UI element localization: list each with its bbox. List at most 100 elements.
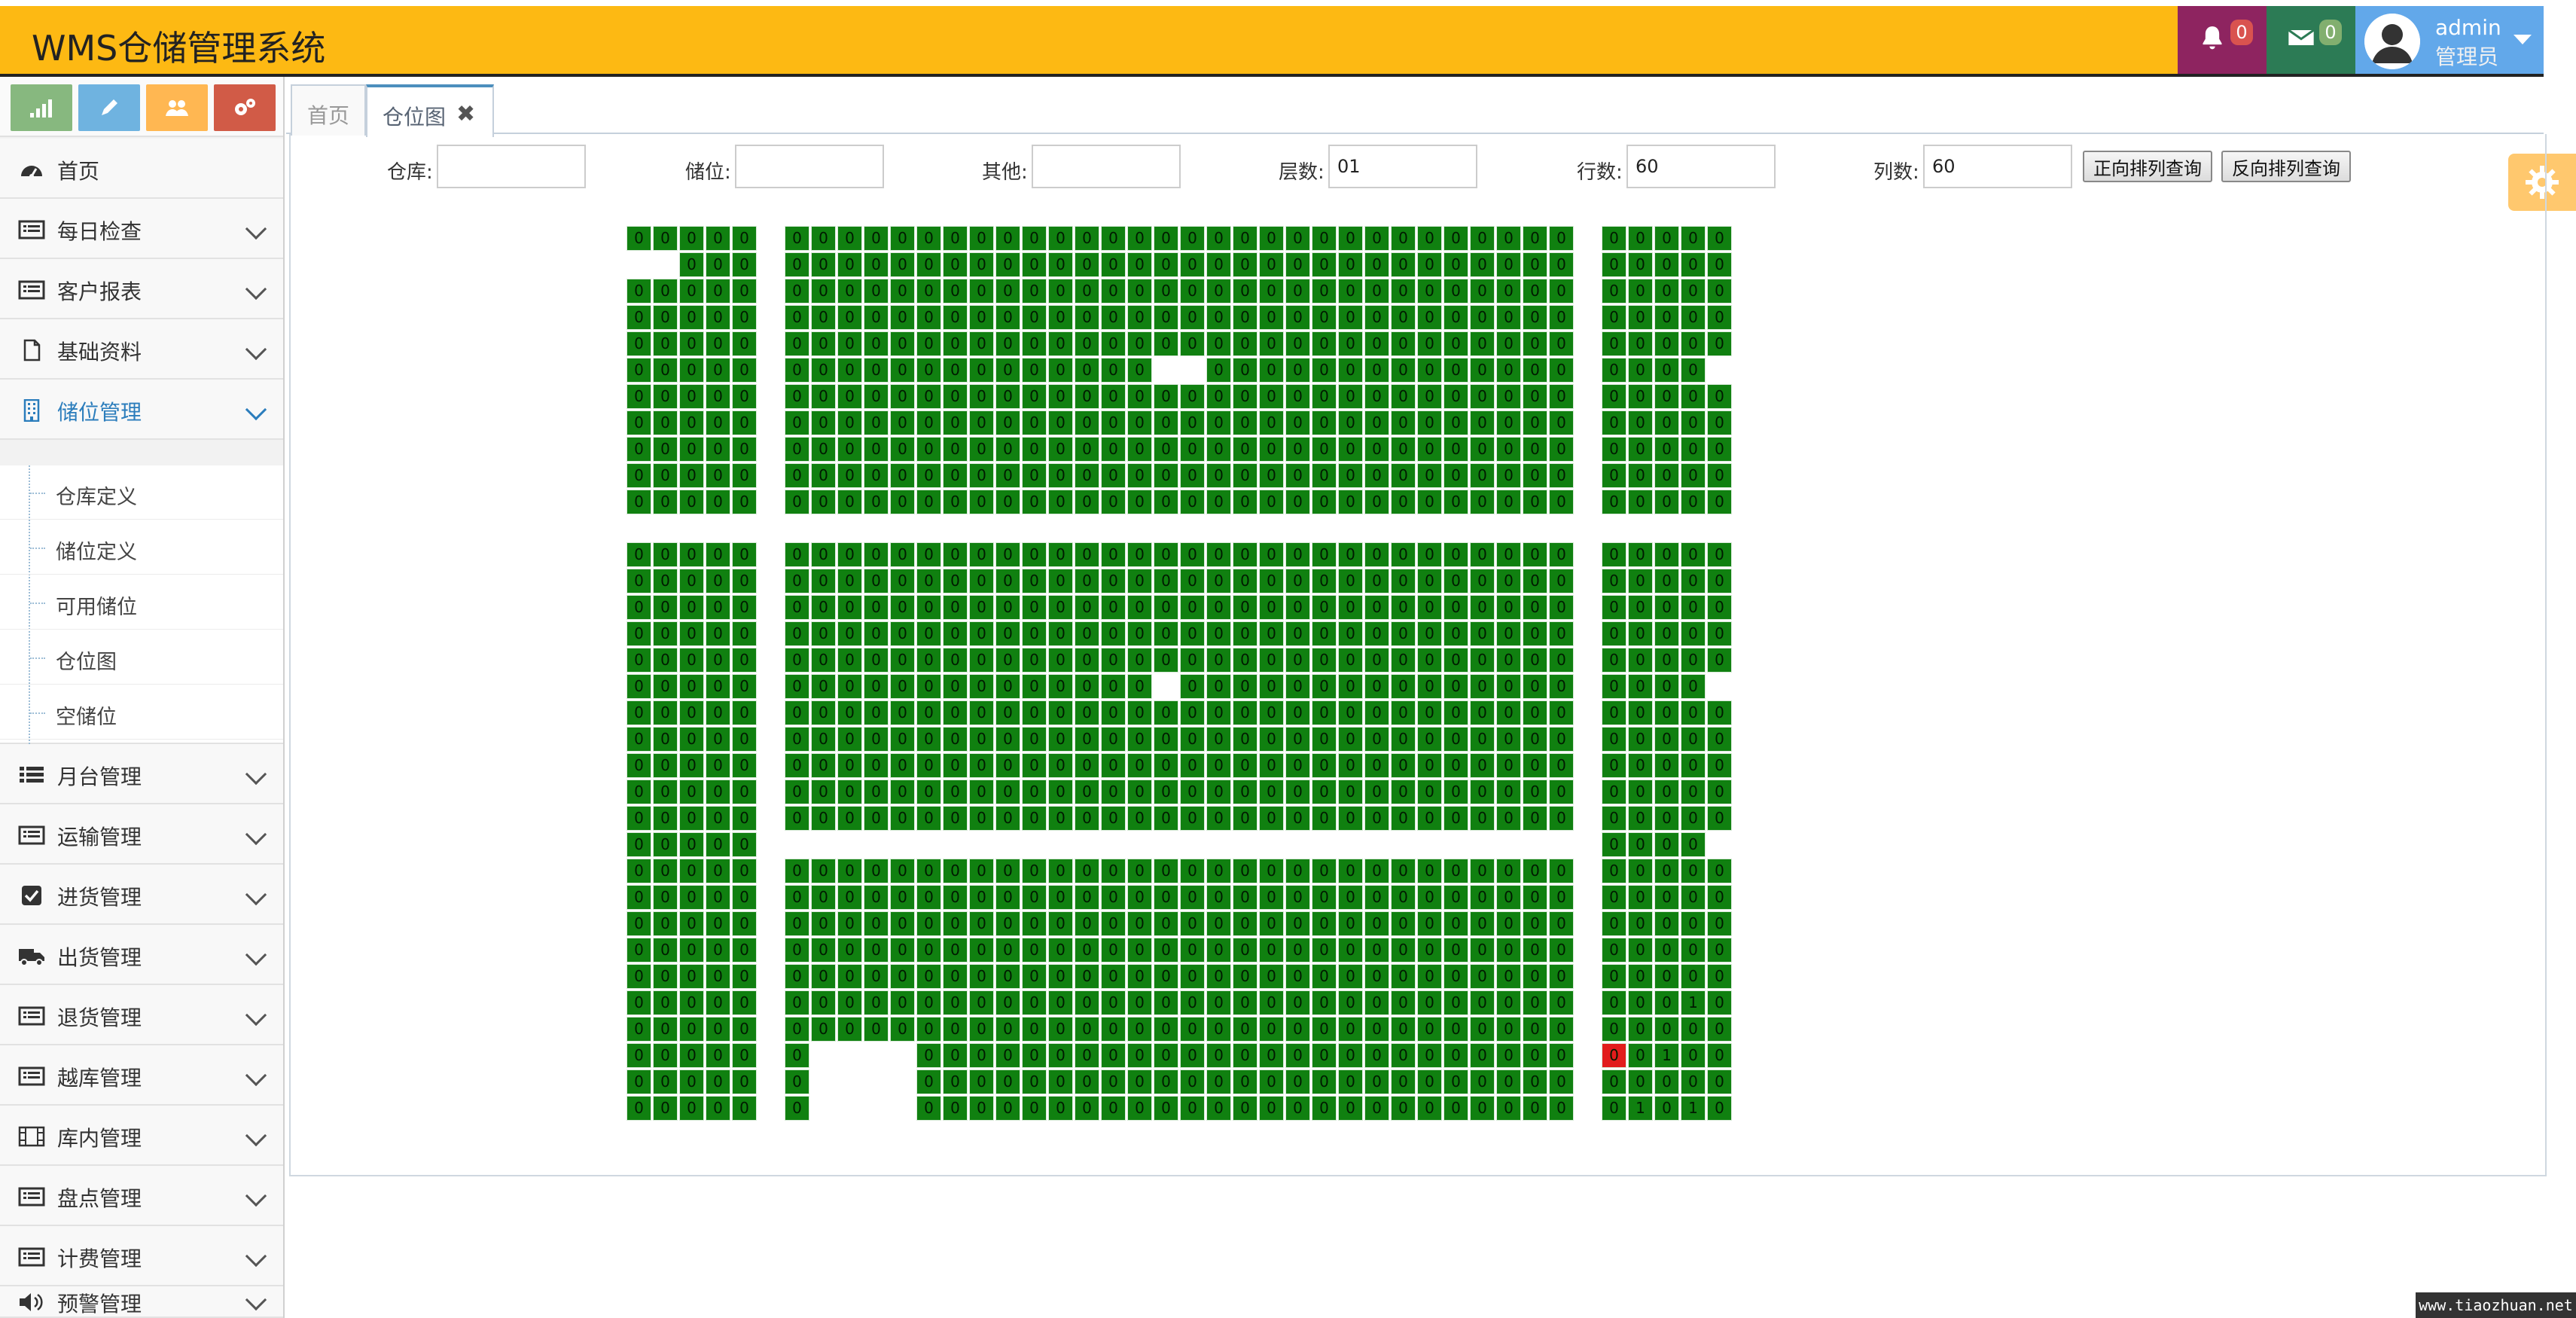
location-cell[interactable]: 0 bbox=[1338, 964, 1363, 989]
location-cell[interactable]: 0 bbox=[1654, 226, 1679, 251]
location-cell[interactable]: 0 bbox=[1654, 806, 1679, 831]
location-cell[interactable]: 0 bbox=[1338, 648, 1363, 673]
location-cell[interactable]: 0 bbox=[1549, 595, 1574, 620]
location-cell[interactable]: 0 bbox=[1259, 938, 1284, 963]
location-cell[interactable]: 0 bbox=[837, 859, 862, 883]
location-cell[interactable]: 0 bbox=[1417, 727, 1442, 752]
location-cell[interactable]: 0 bbox=[785, 1043, 809, 1068]
location-cell[interactable]: 0 bbox=[1101, 1043, 1126, 1068]
location-cell[interactable]: 0 bbox=[1048, 753, 1073, 778]
location-cell[interactable]: 0 bbox=[1127, 490, 1152, 514]
location-cell[interactable]: 0 bbox=[679, 780, 704, 804]
location-cell[interactable]: 0 bbox=[1602, 674, 1626, 699]
location-cell[interactable]: 0 bbox=[1496, 279, 1521, 304]
location-cell[interactable]: 0 bbox=[1391, 490, 1416, 514]
location-cell[interactable]: 0 bbox=[890, 753, 915, 778]
location-cell[interactable]: 0 bbox=[1154, 437, 1178, 462]
location-cell[interactable]: 0 bbox=[1364, 674, 1389, 699]
location-cell[interactable]: 0 bbox=[1391, 331, 1416, 356]
location-cell[interactable]: 0 bbox=[969, 964, 994, 989]
location-cell[interactable]: 0 bbox=[916, 384, 941, 409]
location-cell[interactable]: 0 bbox=[1391, 1096, 1416, 1121]
location-cell[interactable]: 0 bbox=[1602, 358, 1626, 383]
location-cell[interactable]: 1 bbox=[1681, 1096, 1706, 1121]
location-cell[interactable]: 0 bbox=[1523, 331, 1547, 356]
sidebar-item-stocktake-management[interactable]: 盘点管理 bbox=[0, 1166, 283, 1226]
location-cell[interactable]: 0 bbox=[1523, 490, 1547, 514]
location-cell[interactable]: 0 bbox=[890, 595, 915, 620]
location-cell[interactable]: 0 bbox=[1707, 252, 1732, 277]
location-cell[interactable]: 0 bbox=[732, 1017, 757, 1042]
location-cell[interactable]: 0 bbox=[1602, 700, 1626, 725]
location-cell[interactable]: 0 bbox=[1654, 938, 1679, 963]
location-cell[interactable]: 0 bbox=[1048, 674, 1073, 699]
location-cell[interactable]: 0 bbox=[943, 226, 968, 251]
location-cell[interactable]: 0 bbox=[1233, 806, 1258, 831]
location-cell[interactable]: 0 bbox=[864, 279, 889, 304]
location-cell[interactable]: 0 bbox=[1127, 542, 1152, 567]
location-cell[interactable]: 0 bbox=[1233, 753, 1258, 778]
location-cell[interactable]: 0 bbox=[1391, 700, 1416, 725]
location-cell[interactable]: 0 bbox=[1681, 542, 1706, 567]
location-cell[interactable]: 1 bbox=[1628, 1096, 1653, 1121]
location-cell[interactable]: 0 bbox=[1681, 226, 1706, 251]
location-cell[interactable]: 0 bbox=[1443, 885, 1468, 910]
location-cell[interactable]: 0 bbox=[1101, 648, 1126, 673]
location-cell[interactable]: 0 bbox=[626, 753, 651, 778]
location-cell[interactable]: 0 bbox=[1312, 990, 1337, 1015]
location-cell[interactable]: 0 bbox=[1101, 279, 1126, 304]
location-cell[interactable]: 0 bbox=[837, 226, 862, 251]
location-cell[interactable]: 0 bbox=[1602, 463, 1626, 488]
location-cell[interactable]: 0 bbox=[864, 437, 889, 462]
location-cell[interactable]: 0 bbox=[1127, 384, 1152, 409]
location-cell[interactable]: 0 bbox=[1259, 226, 1284, 251]
location-cell[interactable]: 0 bbox=[864, 410, 889, 435]
location-cell[interactable]: 0 bbox=[1101, 753, 1126, 778]
location-cell[interactable]: 0 bbox=[1523, 226, 1547, 251]
location-cell[interactable]: 0 bbox=[1101, 542, 1126, 567]
location-cell[interactable]: 0 bbox=[1285, 859, 1310, 883]
location-cell[interactable]: 0 bbox=[1233, 648, 1258, 673]
forward-query-button[interactable]: 正向排列查询 bbox=[2083, 151, 2212, 182]
location-cell[interactable]: 0 bbox=[943, 569, 968, 593]
location-cell[interactable]: 0 bbox=[916, 674, 941, 699]
location-cell[interactable]: 0 bbox=[1681, 331, 1706, 356]
location-cell[interactable]: 0 bbox=[943, 727, 968, 752]
location-cell[interactable]: 0 bbox=[1523, 1096, 1547, 1121]
location-cell[interactable]: 0 bbox=[1470, 358, 1495, 383]
location-cell[interactable]: 0 bbox=[1549, 279, 1574, 304]
location-cell[interactable]: 0 bbox=[1075, 753, 1099, 778]
location-cell[interactable]: 0 bbox=[943, 490, 968, 514]
location-cell[interactable]: 0 bbox=[1338, 331, 1363, 356]
location-cell[interactable]: 0 bbox=[1101, 252, 1126, 277]
location-cell[interactable]: 0 bbox=[864, 700, 889, 725]
location-cell[interactable]: 0 bbox=[1233, 331, 1258, 356]
location-cell[interactable]: 0 bbox=[785, 648, 809, 673]
location-cell[interactable]: 0 bbox=[1206, 911, 1231, 936]
location-cell[interactable]: 0 bbox=[1470, 437, 1495, 462]
location-cell[interactable]: 0 bbox=[1206, 859, 1231, 883]
location-cell[interactable]: 0 bbox=[679, 1043, 704, 1068]
location-cell[interactable]: 0 bbox=[1443, 542, 1468, 567]
location-cell[interactable]: 0 bbox=[1259, 964, 1284, 989]
location-cell[interactable]: 0 bbox=[1206, 621, 1231, 646]
location-cell[interactable]: 1 bbox=[1681, 990, 1706, 1015]
location-cell[interactable]: 0 bbox=[1417, 990, 1442, 1015]
location-cell[interactable]: 0 bbox=[679, 885, 704, 910]
location-cell[interactable]: 0 bbox=[1233, 569, 1258, 593]
location-cell[interactable]: 0 bbox=[626, 832, 651, 857]
location-cell[interactable]: 0 bbox=[1364, 806, 1389, 831]
location-cell[interactable]: 0 bbox=[1101, 674, 1126, 699]
location-cell[interactable]: 0 bbox=[1154, 1096, 1178, 1121]
location-cell[interactable]: 0 bbox=[837, 305, 862, 330]
location-cell[interactable]: 0 bbox=[1707, 1069, 1732, 1094]
location-cell[interactable]: 0 bbox=[1101, 990, 1126, 1015]
location-cell[interactable]: 0 bbox=[1681, 1043, 1706, 1068]
location-cell[interactable]: 0 bbox=[1681, 753, 1706, 778]
location-cell[interactable]: 0 bbox=[864, 595, 889, 620]
location-cell[interactable]: 0 bbox=[1154, 252, 1178, 277]
location-cell[interactable]: 0 bbox=[1523, 384, 1547, 409]
location-cell[interactable]: 0 bbox=[626, 911, 651, 936]
location-cell[interactable]: 0 bbox=[916, 780, 941, 804]
location-cell[interactable]: 0 bbox=[1312, 674, 1337, 699]
